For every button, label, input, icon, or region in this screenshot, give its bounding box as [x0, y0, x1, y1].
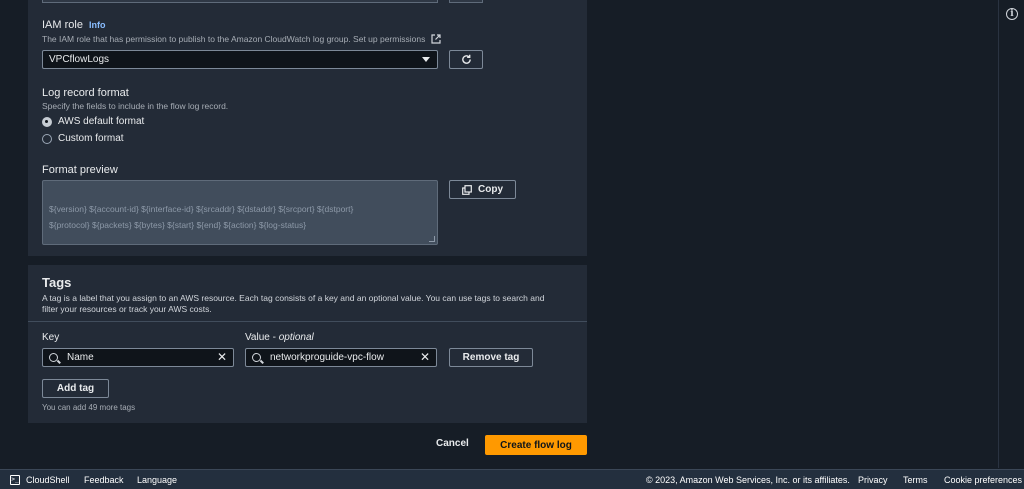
resize-handle-icon[interactable] [429, 236, 435, 242]
caret-down-icon [422, 57, 430, 62]
copyright-text: © 2023, Amazon Web Services, Inc. or its… [646, 475, 850, 485]
tag-key-input[interactable]: Name ✕ [42, 348, 234, 367]
cloudshell-link[interactable]: CloudShell [26, 475, 70, 485]
tags-panel: Tags A tag is a label that you assign to… [28, 265, 587, 423]
tags-divider [28, 321, 587, 322]
format-preview-label: Format preview [42, 164, 118, 176]
iam-role-value: VPCflowLogs [49, 54, 110, 65]
iam-info-link[interactable]: Info [89, 20, 106, 30]
tags-description: A tag is a label that you assign to an A… [42, 293, 545, 314]
cookie-preferences-link[interactable]: Cookie preferences [944, 475, 1022, 485]
radio-selected-icon [42, 116, 52, 127]
format-preview-text: ${version} ${account-id} ${interface-id}… [49, 204, 354, 230]
tag-value-input[interactable]: networkproguide-vpc-flow ✕ [245, 348, 437, 367]
copy-label: Copy [478, 184, 503, 195]
tag-value-label-text: Value [245, 332, 270, 343]
radio-aws-default-format[interactable]: AWS default format [42, 116, 144, 127]
create-flow-log-button[interactable]: Create flow log [485, 435, 587, 455]
remove-tag-button[interactable]: Remove tag [449, 348, 533, 367]
previous-field-bottom [42, 0, 438, 3]
main-content: IAM role Info The IAM role that has permi… [0, 0, 998, 468]
tag-key-label: Key [42, 332, 60, 343]
tag-value-value: networkproguide-vpc-flow [270, 352, 384, 363]
add-tag-button[interactable]: Add tag [42, 379, 109, 398]
console-footer: >_ CloudShell Feedback Language © 2023, … [0, 469, 1024, 489]
radio-unselected-icon [42, 133, 52, 144]
feedback-link[interactable]: Feedback [84, 475, 124, 485]
log-format-description: Specify the fields to include in the flo… [42, 101, 229, 111]
tag-value-optional: optional [278, 332, 314, 343]
language-link[interactable]: Language [137, 475, 177, 485]
iam-role-select[interactable]: VPCflowLogs [42, 50, 438, 69]
tag-key-value: Name [67, 352, 94, 363]
privacy-link[interactable]: Privacy [858, 475, 888, 485]
terms-link[interactable]: Terms [903, 475, 928, 485]
tags-title: Tags [42, 275, 72, 290]
cloudshell-icon[interactable]: >_ [10, 475, 20, 485]
clear-icon[interactable]: ✕ [420, 350, 430, 364]
radio-label: AWS default format [58, 116, 145, 127]
external-link-icon[interactable] [431, 34, 441, 44]
copy-button[interactable]: Copy [449, 180, 516, 199]
refresh-iam-button[interactable] [449, 50, 483, 69]
copy-icon [462, 184, 472, 195]
log-format-label: Log record format [42, 87, 129, 99]
clear-icon[interactable]: ✕ [217, 350, 227, 364]
radio-custom-format[interactable]: Custom format [42, 133, 124, 144]
cancel-button[interactable]: Cancel [436, 438, 469, 449]
flow-log-settings-panel: IAM role Info The IAM role that has permi… [28, 0, 587, 256]
radio-label: Custom format [58, 133, 124, 144]
iam-role-description: The IAM role that has permission to publ… [42, 34, 441, 44]
search-icon [252, 353, 261, 362]
info-icon[interactable]: i [1006, 8, 1018, 20]
tags-remaining-note: You can add 49 more tags [42, 403, 136, 412]
previous-button-bottom [449, 0, 483, 3]
format-preview-textarea[interactable]: ${version} ${account-id} ${interface-id}… [42, 180, 438, 245]
help-sidebar: i [998, 0, 1024, 468]
iam-role-label: IAM role Info [42, 19, 106, 31]
tag-value-label: Value - optional [245, 332, 314, 343]
refresh-icon [461, 54, 471, 64]
iam-description-text: The IAM role that has permission to publ… [42, 34, 426, 44]
search-icon [49, 353, 58, 362]
